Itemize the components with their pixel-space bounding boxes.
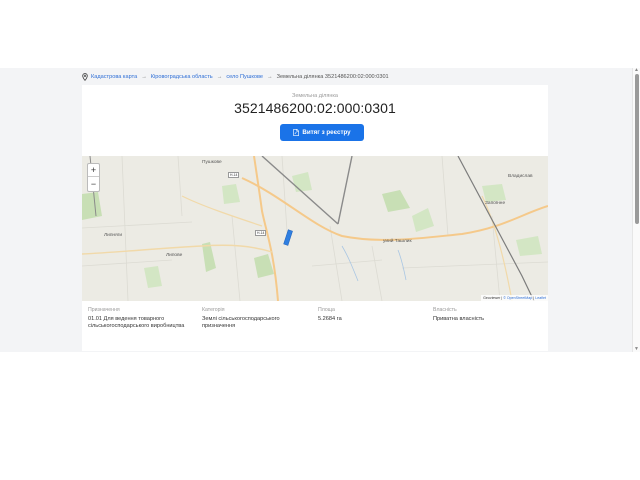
attribution-provider: Geoviewer: [483, 296, 501, 300]
scroll-up-arrow-icon[interactable]: ▲: [634, 68, 639, 73]
detail-ownership-value: Приватна власність: [433, 316, 485, 322]
detail-category-value: Землі сільськогосподарського призначення: [202, 316, 280, 329]
zoom-control: + −: [87, 163, 100, 192]
page-scrollbar[interactable]: ▲ ▼: [632, 68, 640, 352]
breadcrumb-link-cadastral-map[interactable]: Кадастрова карта: [91, 74, 137, 80]
parcel-kicker: Земельна ділянка: [292, 93, 338, 99]
detail-purpose-label: Призначення: [88, 307, 120, 313]
breadcrumb: Кадастрова карта → Кіровоградська област…: [82, 71, 389, 83]
parcel-card: Земельна ділянка 3521486200:02:000:0301 …: [82, 85, 548, 351]
road-shield-lower: Н-14: [255, 230, 267, 236]
breadcrumb-separator: →: [216, 74, 223, 80]
scroll-down-arrow-icon[interactable]: ▼: [634, 347, 639, 352]
detail-purpose-value: 01.01 Для ведення товарного сільськогосп…: [88, 316, 185, 329]
breadcrumb-separator: →: [141, 74, 147, 80]
registry-extract-label: Витяг з реєстру: [302, 129, 351, 136]
cadastral-map[interactable]: + − Пушкове Владислав Запоїнне Липняги Л…: [82, 156, 548, 301]
map-label-zapoinye: Запоїнне: [485, 201, 506, 206]
registry-extract-button[interactable]: Витяг з реєстру: [280, 124, 364, 141]
breadcrumb-link-region[interactable]: Кіровоградська область: [151, 74, 213, 80]
map-label-vladyslav: Владислав: [508, 174, 533, 179]
map-label-lypnyaky: Липняги: [104, 233, 123, 238]
detail-area-value: 5.2684 га: [318, 316, 342, 322]
breadcrumb-link-village[interactable]: село Пушкове: [226, 74, 263, 80]
attribution-osm-link[interactable]: © OpenStreetMap: [503, 296, 532, 300]
page-viewport: Кадастрова карта → Кіровоградська област…: [0, 68, 640, 352]
breadcrumb-current: Земельна ділянка 3521486200:02:000:0301: [276, 74, 389, 80]
map-label-lypove: Липове: [166, 253, 183, 258]
detail-category-label: Категорія: [202, 307, 225, 313]
attribution-leaflet-link[interactable]: Leaflet: [535, 296, 546, 300]
zoom-in-button[interactable]: +: [88, 164, 99, 177]
road-shield-upper: Н-14: [228, 172, 240, 178]
breadcrumb-separator: →: [266, 74, 273, 80]
detail-ownership-label: Власність: [433, 307, 457, 313]
detail-area-label: Площа: [318, 307, 335, 313]
zoom-out-button[interactable]: −: [88, 177, 99, 190]
detail-category: Категорія Землі сільськогосподарського п…: [202, 307, 302, 330]
detail-area: Площа 5.2684 га: [318, 307, 418, 323]
page-title: 3521486200:02:000:0301: [234, 100, 396, 116]
document-pdf-icon: [293, 129, 300, 136]
scrollbar-thumb[interactable]: [635, 74, 639, 224]
map-attribution: Geoviewer | © OpenStreetMap | Leaflet: [481, 295, 548, 301]
parcel-details: Призначення 01.01 Для ведення товарного …: [82, 304, 548, 350]
map-label-pushkove: Пушкове: [202, 160, 222, 165]
detail-purpose: Призначення 01.01 Для ведення товарного …: [88, 307, 198, 330]
map-label-tashyk: уиий Ташлик: [383, 239, 412, 244]
location-pin-icon: [82, 73, 88, 81]
map-tiles[interactable]: [82, 156, 548, 301]
detail-ownership: Власність Приватна власність: [433, 307, 543, 323]
